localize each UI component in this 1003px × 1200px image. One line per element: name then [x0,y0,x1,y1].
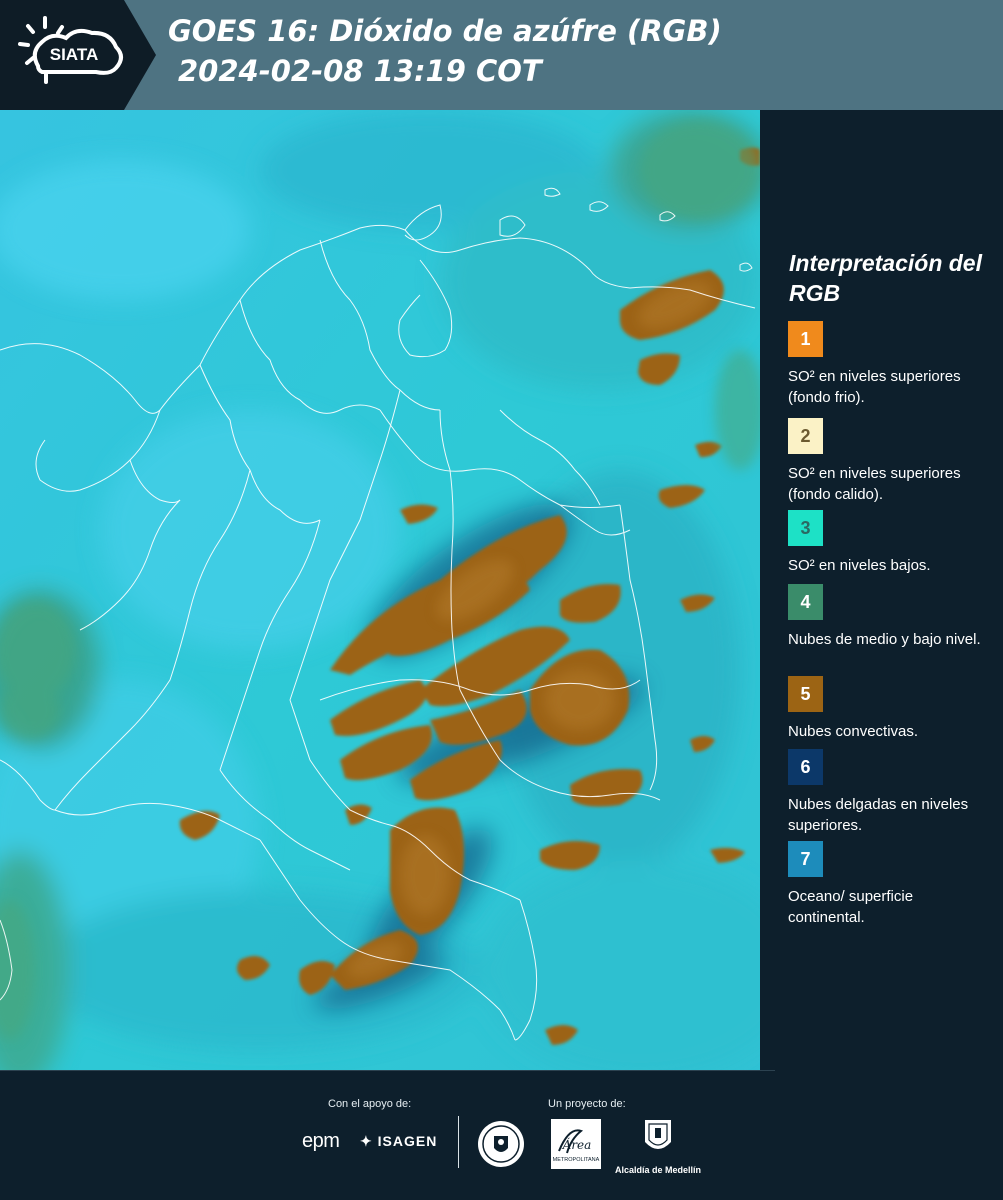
page-title: GOES 16: Dióxido de azúfre (RGB) [168,14,722,48]
satellite-map[interactable] [0,110,760,1070]
legend-item-7: 7 Oceano/ superficie continental. [788,841,993,928]
alcaldia-logo[interactable]: Alcaldía de Medellín [612,1118,704,1175]
legend-label: Oceano/ superficie continental. [788,888,914,926]
legend-swatch: 7 [788,841,823,877]
area-logo-text: Área [562,1137,592,1152]
legend-item-1: 1 SO² en niveles superiores (fondo frio)… [788,321,993,408]
footer-divider-line [0,1070,775,1071]
legend-number: 4 [800,591,811,612]
legend-number: 2 [800,425,811,446]
legend-swatch: 5 [788,676,823,712]
legend-item-4: 4 Nubes de medio y bajo nivel. [788,584,993,650]
header-bar: SIATA GOES 16: Dióxido de azúfre (RGB) 2… [0,0,1003,110]
legend-label: Nubes de medio y bajo nivel. [788,631,981,648]
legend-number: 1 [800,328,811,349]
legend-number: 5 [800,683,811,704]
legend-number: 3 [800,517,811,538]
legend-swatch: 6 [788,749,823,785]
isagen-logo[interactable]: ✦ ISAGEN [360,1133,437,1150]
legend-label: SO² en niveles bajos. [788,557,931,574]
legend-title: Interpretación del RGB [789,250,982,306]
legend-panel: Interpretación del RGB 1 SO² en niveles … [760,110,1003,1070]
area-logo-subtext: METROPOLITANA [553,1157,600,1163]
siata-logo[interactable]: SIATA [0,0,160,110]
timestamp: 2024-02-08 13:19 COT [178,54,542,88]
project-label: Un proyecto de: [548,1098,626,1110]
alcaldia-text: Alcaldía de Medellín [614,1165,702,1175]
legend-swatch: 3 [788,510,823,546]
logo-shape: SIATA [0,0,156,110]
legend-label: Nubes convectivas. [788,723,919,740]
legend-swatch: 2 [788,418,823,454]
legend-number: 7 [800,848,811,869]
legend-item-3: 3 SO² en niveles bajos. [788,510,993,576]
footer: Con el apoyo de: Un proyecto de: epm ✦ I… [0,1070,1003,1200]
legend-label: Nubes delgadas en niveles superiores. [788,796,969,834]
legend-label: SO² en niveles superiores (fondo frio). [788,368,961,406]
legend-label: SO² en niveles superiores (fondo calido)… [788,465,961,503]
legend-number: 6 [800,756,811,777]
isagen-mark-icon: ✦ [360,1133,373,1149]
map-canvas [0,110,760,1070]
legend-item-6: 6 Nubes delgadas en niveles superiores. [788,749,993,836]
isagen-text: ISAGEN [377,1133,438,1149]
legend-item-5: 5 Nubes convectivas. [788,676,993,742]
footer-divider [458,1116,459,1168]
epm-logo[interactable]: epm [302,1130,340,1153]
support-label: Con el apoyo de: [328,1098,412,1110]
legend-swatch: 1 [788,321,823,357]
alcaldia-shield-icon [645,1120,671,1149]
area-metropolitana-logo[interactable]: Área METROPOLITANA [551,1119,601,1169]
seal-icon[interactable] [477,1120,525,1168]
legend-swatch: 4 [788,584,823,620]
legend-item-2: 2 SO² en niveles superiores (fondo calid… [788,418,993,505]
logo-text: SIATA [50,45,98,64]
